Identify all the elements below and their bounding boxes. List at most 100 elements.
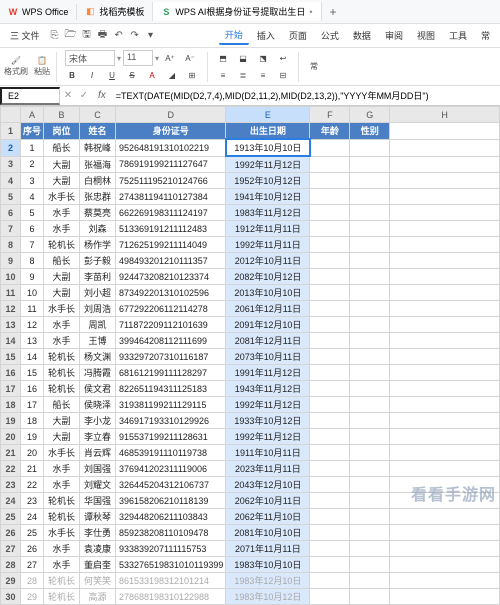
cell[interactable] bbox=[310, 189, 350, 205]
cell[interactable] bbox=[310, 237, 350, 253]
cell[interactable]: 1941年10月12日 bbox=[226, 189, 310, 205]
menu-more[interactable]: 常 bbox=[475, 27, 496, 44]
cell[interactable]: 大副 bbox=[44, 156, 80, 173]
cell[interactable] bbox=[390, 156, 500, 173]
cell[interactable] bbox=[310, 413, 350, 429]
cell[interactable] bbox=[350, 413, 390, 429]
cell[interactable]: 船长 bbox=[44, 139, 80, 156]
cell[interactable]: 952648191310102219 bbox=[115, 139, 225, 156]
cell[interactable] bbox=[310, 221, 350, 237]
cell[interactable] bbox=[310, 541, 350, 557]
cell[interactable]: 274381194110127384 bbox=[115, 189, 225, 205]
cell[interactable]: 786919199211127647 bbox=[115, 156, 225, 173]
cell[interactable]: 何笑笑 bbox=[79, 573, 115, 589]
cell[interactable]: 10 bbox=[20, 285, 43, 301]
cell[interactable]: 2082年10月12日 bbox=[226, 269, 310, 285]
paste-group[interactable]: 📋 粘贴 bbox=[34, 56, 50, 77]
cell[interactable] bbox=[310, 573, 350, 589]
row-head[interactable]: 18 bbox=[1, 397, 21, 413]
cell[interactable] bbox=[350, 381, 390, 397]
align-right-icon[interactable]: ≡ bbox=[254, 67, 272, 83]
row-head[interactable]: 19 bbox=[1, 413, 21, 429]
cell[interactable] bbox=[390, 509, 500, 525]
cell[interactable]: 2091年12月10日 bbox=[226, 317, 310, 333]
cell[interactable]: 8 bbox=[20, 253, 43, 269]
cell[interactable]: 大副 bbox=[44, 285, 80, 301]
cell[interactable]: 329448206211103843 bbox=[115, 509, 225, 525]
cell[interactable]: 1992年11月12日 bbox=[226, 397, 310, 413]
cell[interactable] bbox=[310, 445, 350, 461]
cell[interactable]: 轮机长 bbox=[44, 493, 80, 509]
cell[interactable] bbox=[350, 253, 390, 269]
menu-data[interactable]: 数据 bbox=[347, 27, 377, 44]
cell[interactable]: 28 bbox=[20, 573, 43, 589]
row-head[interactable]: 7 bbox=[1, 221, 21, 237]
cell[interactable]: 轮机长 bbox=[44, 381, 80, 397]
cell[interactable]: 1991年11月12日 bbox=[226, 365, 310, 381]
cell[interactable]: 513369191211112483 bbox=[115, 221, 225, 237]
cell[interactable] bbox=[310, 301, 350, 317]
cell[interactable] bbox=[310, 317, 350, 333]
cell[interactable] bbox=[310, 397, 350, 413]
cell[interactable]: 1992年11月12日 bbox=[226, 156, 310, 173]
confirm-icon[interactable]: ✓ bbox=[76, 90, 92, 101]
cell[interactable]: 933839207111115753 bbox=[115, 541, 225, 557]
cell[interactable] bbox=[310, 365, 350, 381]
align-left-icon[interactable]: ≡ bbox=[214, 67, 232, 83]
row-head[interactable]: 3 bbox=[1, 156, 21, 173]
select-all-corner[interactable] bbox=[1, 107, 21, 123]
cell[interactable]: 2061年12月11日 bbox=[226, 301, 310, 317]
cell[interactable]: 1911年10月11日 bbox=[226, 445, 310, 461]
cell[interactable] bbox=[390, 461, 500, 477]
cell[interactable]: 1983年12月10日 bbox=[226, 573, 310, 589]
tab-daoqiao[interactable]: ◧ 找稻壳模板 bbox=[77, 2, 153, 21]
formula-input[interactable] bbox=[112, 89, 500, 103]
cell[interactable]: 张福海 bbox=[79, 156, 115, 173]
row-head[interactable]: 12 bbox=[1, 301, 21, 317]
col-head[interactable]: D bbox=[115, 107, 225, 123]
tab-wps-office[interactable]: W WPS Office bbox=[0, 4, 77, 20]
col-head[interactable]: B bbox=[44, 107, 80, 123]
header-cell[interactable]: 姓名 bbox=[79, 123, 115, 140]
cell[interactable]: 1983年11月12日 bbox=[226, 205, 310, 221]
cell[interactable]: 2012年10月11日 bbox=[226, 253, 310, 269]
print-icon[interactable]: 🖶 bbox=[96, 29, 110, 43]
strike-icon[interactable]: S bbox=[123, 67, 141, 83]
cell[interactable]: 高源 bbox=[79, 589, 115, 605]
menu-review[interactable]: 审阅 bbox=[379, 27, 409, 44]
align-middle-icon[interactable]: ⬓ bbox=[234, 50, 252, 66]
cell[interactable]: 9 bbox=[20, 269, 43, 285]
menu-tools[interactable]: 工具 bbox=[443, 27, 473, 44]
cell[interactable]: 水手长 bbox=[44, 301, 80, 317]
cell[interactable]: 轮机长 bbox=[44, 349, 80, 365]
cell[interactable]: 662269198311124197 bbox=[115, 205, 225, 221]
cell[interactable] bbox=[350, 269, 390, 285]
cell[interactable] bbox=[350, 221, 390, 237]
italic-icon[interactable]: I bbox=[83, 67, 101, 83]
cell[interactable] bbox=[350, 365, 390, 381]
row-head[interactable]: 4 bbox=[1, 173, 21, 189]
cell[interactable] bbox=[390, 269, 500, 285]
font-select[interactable]: 宋体 bbox=[65, 50, 115, 66]
undo-icon[interactable]: ↶ bbox=[112, 29, 126, 43]
cell[interactable] bbox=[390, 237, 500, 253]
cell[interactable]: 24 bbox=[20, 509, 43, 525]
cell[interactable]: 22 bbox=[20, 477, 43, 493]
cell[interactable] bbox=[390, 317, 500, 333]
cell[interactable] bbox=[310, 509, 350, 525]
menu-insert[interactable]: 插入 bbox=[251, 27, 281, 44]
cell[interactable]: 2 bbox=[20, 156, 43, 173]
header-cell[interactable]: 性别 bbox=[350, 123, 390, 140]
cell[interactable] bbox=[390, 349, 500, 365]
cell[interactable] bbox=[350, 525, 390, 541]
cell[interactable] bbox=[350, 333, 390, 349]
cell[interactable]: 1 bbox=[20, 139, 43, 156]
cell[interactable]: 彭子毅 bbox=[79, 253, 115, 269]
cell[interactable]: 肖云辉 bbox=[79, 445, 115, 461]
row-head[interactable]: 24 bbox=[1, 493, 21, 509]
cell[interactable] bbox=[390, 189, 500, 205]
cell[interactable] bbox=[310, 381, 350, 397]
cell[interactable]: 25 bbox=[20, 525, 43, 541]
cell[interactable] bbox=[310, 477, 350, 493]
cell[interactable] bbox=[390, 205, 500, 221]
